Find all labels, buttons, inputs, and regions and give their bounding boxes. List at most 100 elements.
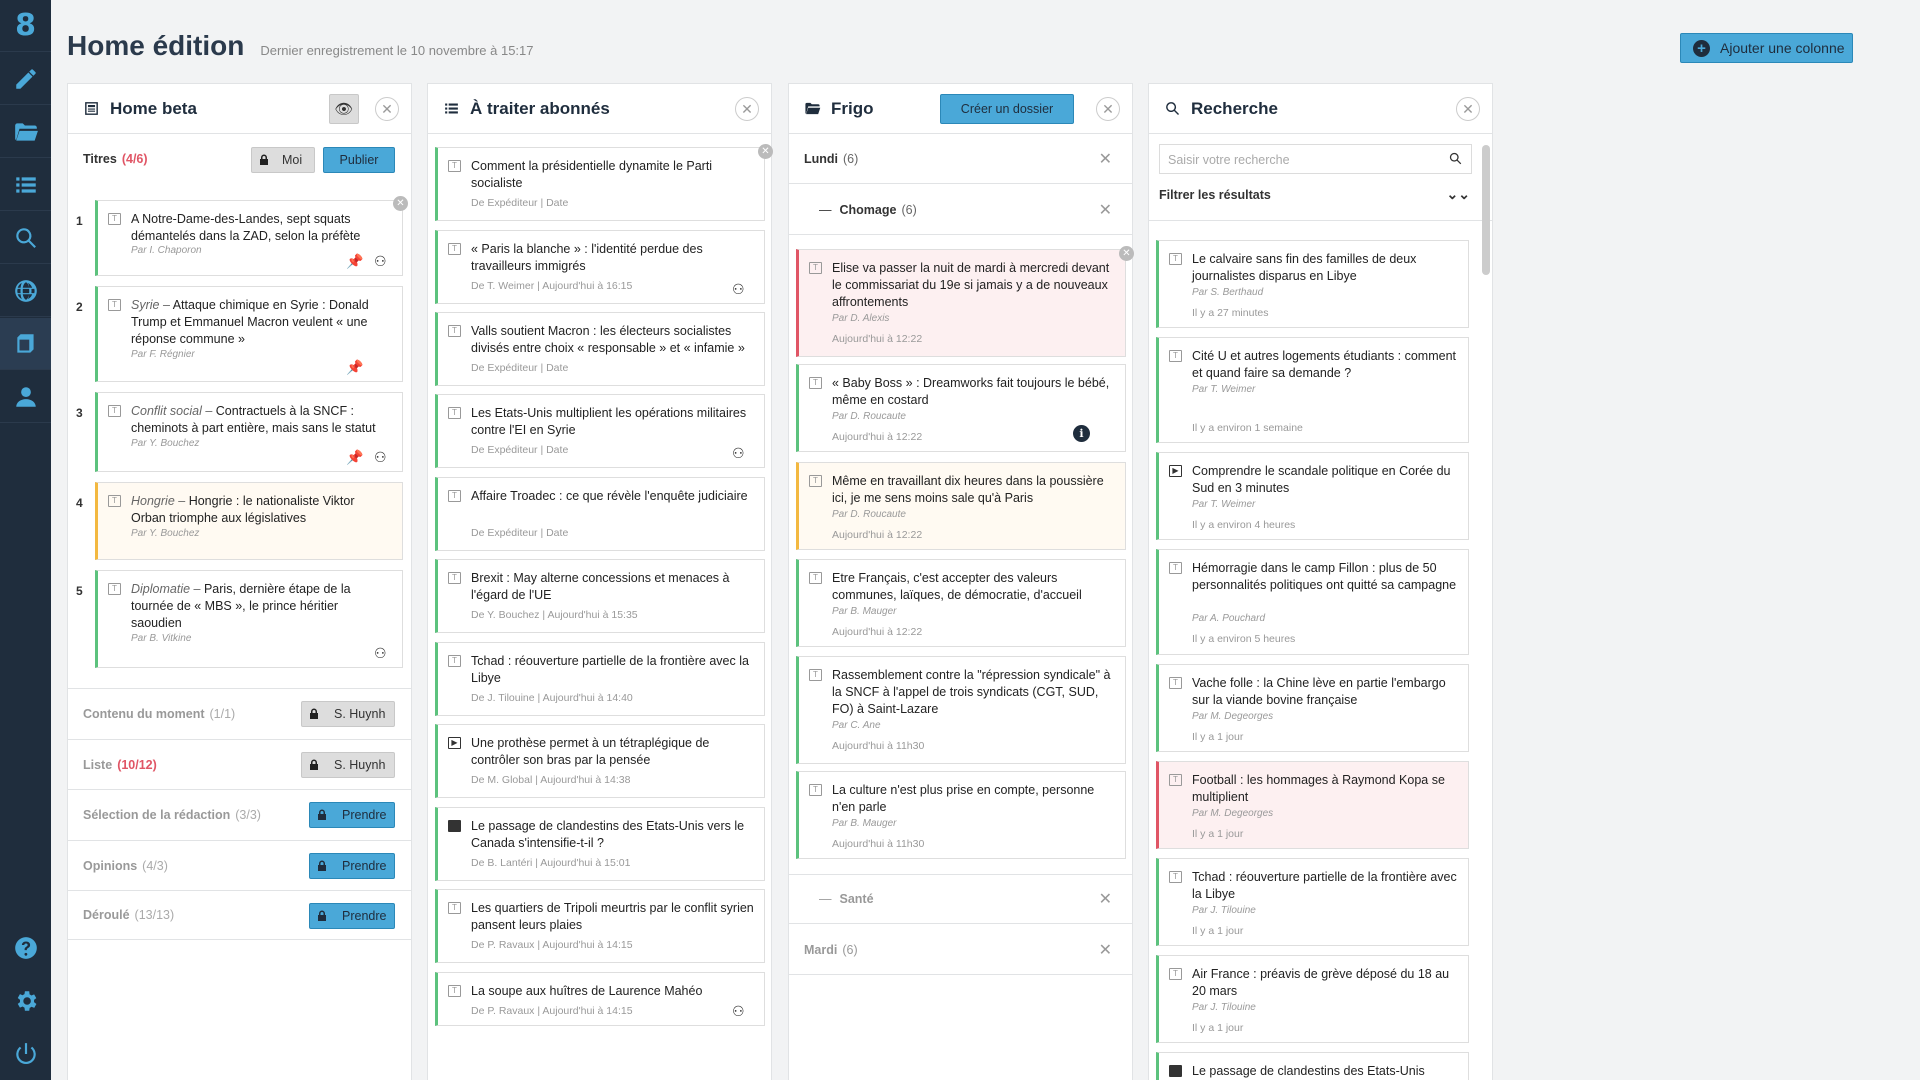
group-mardi[interactable]: Mardi (6) ✕ <box>789 925 1132 975</box>
article-card[interactable]: T « Paris la blanche » : l'identité perdu… <box>435 230 765 304</box>
article-card[interactable]: T Etre Français, c'est accepter des valeu… <box>796 559 1126 647</box>
search-input[interactable]: Saisir votre recherche <box>1159 144 1472 174</box>
pin-icon[interactable]: 📌 <box>346 253 363 270</box>
article-card[interactable]: T Diplomatie – Paris, dernière étape de … <box>95 570 403 668</box>
article-card[interactable]: T Tchad : réouverture partielle de la fro… <box>1156 858 1469 946</box>
close-column-button[interactable]: ✕ <box>735 97 759 121</box>
article-card[interactable]: ▶ Comprendre le scandale politique en Cor… <box>1156 452 1469 540</box>
user-icon[interactable] <box>0 371 51 423</box>
help-icon[interactable] <box>0 922 51 974</box>
article-meta: De M. Global | Aujourd'hui à 14:38 <box>471 774 631 786</box>
article-card[interactable]: T Vache folle : la Chine lève en partie l… <box>1156 664 1469 752</box>
eye-button[interactable]: 👁 <box>329 94 359 124</box>
article-card[interactable]: T Cité U et autres logements étudiants : … <box>1156 337 1469 443</box>
share-icon[interactable]: ⚇ <box>374 253 387 270</box>
list-icon <box>442 100 460 118</box>
close-column-button[interactable]: ✕ <box>1096 97 1120 121</box>
article-card[interactable]: T Valls soutient Macron : les électeurs s… <box>435 312 765 386</box>
article-card[interactable]: T La culture n'est plus prise en compte, … <box>796 771 1126 859</box>
article-card[interactable]: Le passage de clandestins des Etats-Unis <box>1156 1052 1469 1080</box>
article-card[interactable]: T Même en travaillant dix heures dans la … <box>796 462 1126 550</box>
globe-icon[interactable] <box>0 265 51 317</box>
owner-button[interactable]: S. Huynh <box>301 701 395 727</box>
remove-icon[interactable]: ✕ <box>1119 246 1134 261</box>
article-card[interactable]: T Hongrie – Hongrie : le nationaliste Vi… <box>95 482 403 560</box>
edit-icon[interactable] <box>0 53 51 105</box>
article-card[interactable]: T « Baby Boss » : Dreamworks fait toujour… <box>796 364 1126 452</box>
publish-button[interactable]: Publier <box>323 147 395 173</box>
pin-icon[interactable]: 📌 <box>346 359 363 376</box>
add-column-label: Ajouter une colonne <box>1720 40 1845 56</box>
power-icon[interactable] <box>0 1028 51 1080</box>
article-meta: De Expéditeur | Date <box>471 527 569 539</box>
list-icon[interactable] <box>0 159 51 211</box>
sidebar: 8 <box>0 0 51 1080</box>
share-icon[interactable]: ⚇ <box>374 645 387 662</box>
info-icon[interactable]: ℹ <box>1073 425 1090 442</box>
article-title: Air France : préavis de grève déposé du … <box>1192 967 1450 998</box>
article-card[interactable]: T Les Etats-Unis multiplient les opératio… <box>435 394 765 468</box>
text-icon: T <box>809 377 822 389</box>
remove-icon[interactable]: ✕ <box>393 196 408 211</box>
share-icon[interactable]: ⚇ <box>732 281 745 298</box>
article-card[interactable]: T Brexit : May alterne concessions et men… <box>435 559 765 633</box>
share-icon[interactable]: ⚇ <box>732 445 745 462</box>
article-card[interactable]: T La soupe aux huîtres de Laurence Mahéo D… <box>435 972 765 1026</box>
article-card[interactable]: T Affaire Troadec : ce que révèle l'enquê… <box>435 477 765 551</box>
close-icon[interactable]: ✕ <box>1099 889 1112 909</box>
search-icon[interactable] <box>0 212 51 264</box>
article-card[interactable]: T Tchad : réouverture partielle de la fro… <box>435 642 765 716</box>
share-icon[interactable]: ⚇ <box>374 449 387 466</box>
group-lundi[interactable]: Lundi (6) ✕ <box>789 134 1132 184</box>
group-sante[interactable]: — Santé ✕ <box>789 874 1132 924</box>
take-button[interactable]: Prendre <box>309 903 395 929</box>
article-card[interactable]: Le passage de clandestins des Etats-Unis… <box>435 807 765 881</box>
close-icon[interactable]: ✕ <box>1099 149 1112 169</box>
article-card[interactable]: T Rassemblement contre la "répression syn… <box>796 656 1126 764</box>
collapse-icon[interactable]: — <box>819 203 832 217</box>
column-title: Frigo <box>831 98 874 118</box>
take-button[interactable]: Prendre <box>309 802 395 828</box>
filter-results[interactable]: Filtrer les résultats ⌄⌄ <box>1159 186 1472 210</box>
scrollbar[interactable] <box>1482 145 1490 275</box>
take-label: Prendre <box>342 859 387 873</box>
article-card[interactable]: T Football : les hommages à Raymond Kopa … <box>1156 761 1469 849</box>
article-card[interactable]: T Syrie – Attaque chimique en Syrie : Do… <box>95 286 403 382</box>
article-card[interactable]: ▶ Une prothèse permet à un tétraplégique … <box>435 724 765 798</box>
moi-button[interactable]: Moi <box>251 147 315 173</box>
article-card[interactable]: T Comment la présidentielle dynamite le P… <box>435 147 765 221</box>
column-header: Recherche ✕ <box>1149 84 1492 134</box>
article-card[interactable]: T Les quartiers de Tripoli meurtris par l… <box>435 889 765 963</box>
article-card[interactable]: T Hémorragie dans le camp Fillon : plus d… <box>1156 549 1469 655</box>
create-folder-button[interactable]: Créer un dossier <box>940 94 1074 124</box>
pin-icon[interactable]: 📌 <box>346 449 363 466</box>
inbox-icon[interactable] <box>0 318 51 370</box>
share-icon[interactable]: ⚇ <box>732 1003 745 1020</box>
owner-button[interactable]: S. Huynh <box>301 752 395 778</box>
article-title: Syrie – Attaque chimique en Syrie : Dona… <box>131 298 369 346</box>
close-icon[interactable]: ✕ <box>1099 200 1112 220</box>
item-number: 1 <box>76 214 83 228</box>
close-column-button[interactable]: ✕ <box>1456 97 1480 121</box>
article-card[interactable]: T Conflit social – Contractuels à la SNC… <box>95 392 403 472</box>
logo[interactable]: 8 <box>0 0 51 52</box>
section-count: (13/13) <box>134 908 175 922</box>
close-column-button[interactable]: ✕ <box>375 97 399 121</box>
article-card[interactable]: T A Notre-Dame-des-Landes, sept squats d… <box>95 200 403 276</box>
remove-icon[interactable]: ✕ <box>758 144 773 159</box>
take-button[interactable]: Prendre <box>309 853 395 879</box>
chevron-double-down-icon[interactable]: ⌄⌄ <box>1447 186 1470 203</box>
group-chomage[interactable]: — Chomage (6) ✕ <box>789 185 1132 235</box>
article-meta: De P. Ravaux | Aujourd'hui à 14:15 <box>471 939 633 951</box>
collapse-icon[interactable]: — <box>819 892 832 906</box>
add-column-button[interactable]: + Ajouter une colonne <box>1680 33 1853 63</box>
article-card[interactable]: T Le calvaire sans fin des familles de de… <box>1156 240 1469 328</box>
close-icon[interactable]: ✕ <box>1099 940 1112 960</box>
plus-icon: + <box>1693 39 1710 57</box>
search-icon[interactable] <box>1448 151 1463 169</box>
folder-icon[interactable] <box>0 106 51 158</box>
close-icon: ✕ <box>741 100 753 117</box>
article-card[interactable]: T Elise va passer la nuit de mardi à merc… <box>796 249 1126 357</box>
article-card[interactable]: T Air France : préavis de grève déposé du… <box>1156 955 1469 1043</box>
settings-icon[interactable] <box>0 975 51 1027</box>
